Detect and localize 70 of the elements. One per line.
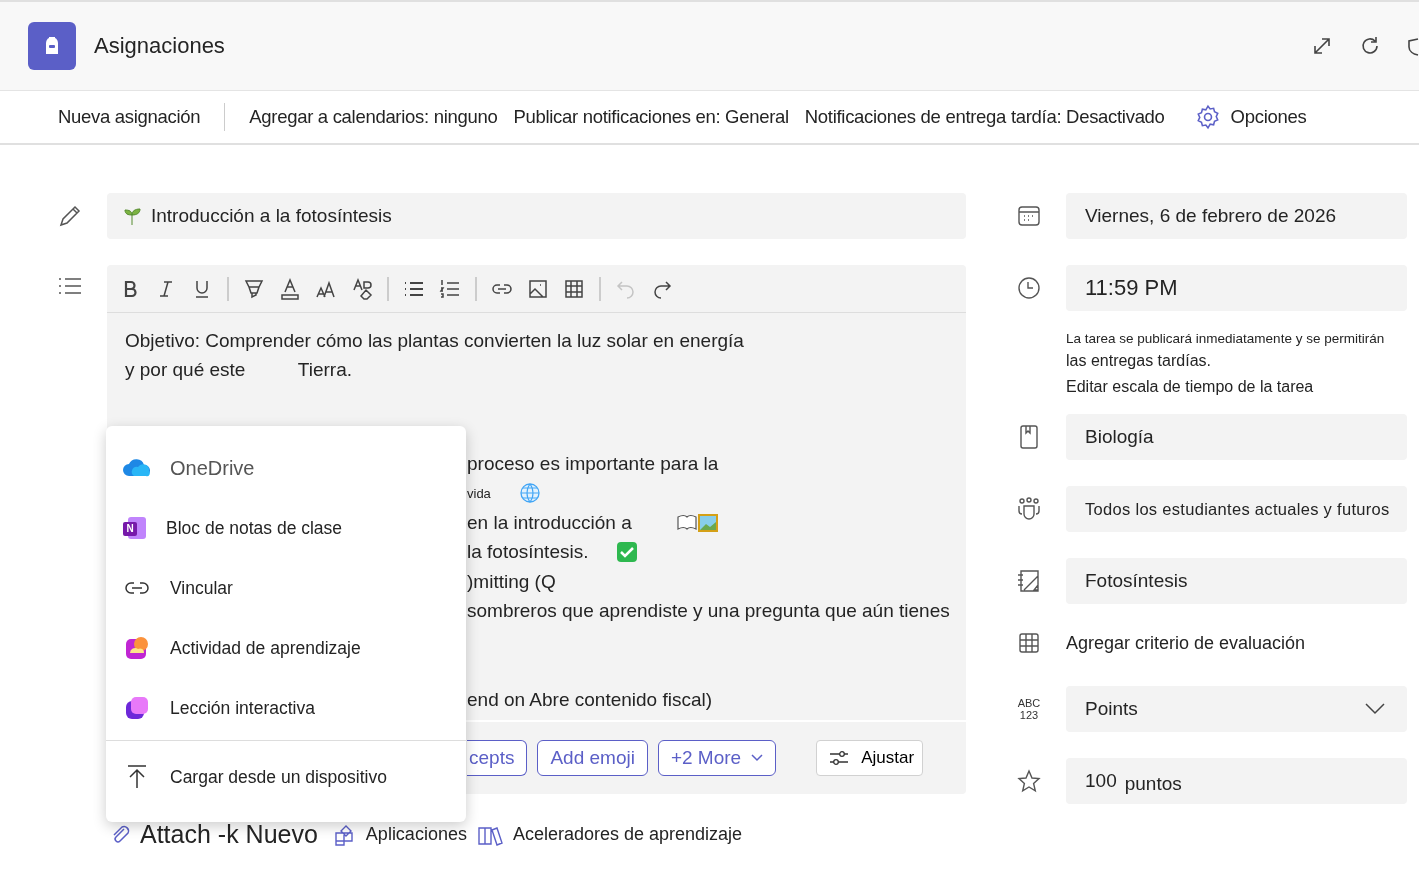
clock-icon xyxy=(1016,275,1042,301)
edit-timeline-link[interactable]: Editar escala de tiempo de la tarea xyxy=(1066,378,1385,396)
expand-icon[interactable] xyxy=(1311,35,1333,57)
link-icon xyxy=(122,580,152,596)
sliders-icon xyxy=(829,750,850,766)
chevron-down-icon xyxy=(1365,703,1385,715)
apps-icon xyxy=(333,823,356,846)
star-icon xyxy=(1016,768,1042,794)
grid-icon xyxy=(1016,630,1042,656)
list-icon xyxy=(57,275,83,297)
instruction-text: )mitting (Q xyxy=(467,570,556,593)
numbers-icon[interactable] xyxy=(439,277,461,300)
apps-button[interactable]: Aplicaciones xyxy=(363,824,469,845)
suggestion-chip[interactable]: cepts xyxy=(467,740,528,776)
suggestion-chip[interactable]: Add emoji xyxy=(537,740,648,776)
title-input-field[interactable]: Introducción a la fotosíntesis xyxy=(107,193,966,239)
suggestion-chip[interactable]: +2 More xyxy=(657,740,777,776)
shield-icon[interactable] xyxy=(1407,35,1419,57)
schedule-note: La tarea se publicará inmediatamente y se permitirán xyxy=(1066,331,1385,346)
check-icon xyxy=(616,541,639,564)
instruction-text: la fotosíntesis. xyxy=(467,541,589,564)
menu-item[interactable]: OneDrive xyxy=(106,438,466,498)
category-field[interactable]: Fotosíntesis xyxy=(1066,558,1407,604)
grading-dropdown[interactable]: Points xyxy=(1066,686,1407,732)
cloud-icon xyxy=(122,458,152,478)
options-button[interactable]: Opciones xyxy=(1222,106,1315,128)
instruction-text: end on Abre contenido fiscal) xyxy=(467,688,713,711)
globe-icon xyxy=(518,482,541,505)
instruction-text: proceso es importante para la xyxy=(467,452,719,475)
add-rubric-button[interactable]: Agregar criterio de evaluación xyxy=(1066,632,1306,654)
adjust-button[interactable]: Ajustar xyxy=(816,740,924,776)
chevron-down-icon xyxy=(751,754,764,762)
book-field[interactable]: Biología xyxy=(1066,414,1407,460)
clear-icon[interactable] xyxy=(351,277,373,300)
calendar-icon xyxy=(1016,203,1042,229)
image-icon[interactable] xyxy=(527,277,549,300)
command-button[interactable]: Notificaciones de entrega tardía: Desactivado xyxy=(796,106,1173,128)
learning-accelerators-button[interactable]: Aceleradores de aprendizaje xyxy=(510,824,745,845)
star-field[interactable]: 100 puntos xyxy=(1066,758,1407,804)
app-title: Asignaciones xyxy=(94,33,225,59)
fontcolor-icon[interactable] xyxy=(279,277,301,300)
refresh-icon[interactable] xyxy=(1359,35,1381,57)
command-button[interactable]: Nueva asignación xyxy=(50,106,225,128)
category-icon xyxy=(1016,568,1042,594)
highlight-icon[interactable] xyxy=(243,277,265,300)
book-and-picture-icon xyxy=(675,511,720,534)
clock-field[interactable]: 11:59 PM xyxy=(1066,265,1407,311)
menu-item[interactable]: Actividad de aprendizaje xyxy=(106,618,466,678)
settings-icon[interactable] xyxy=(1194,104,1221,130)
people-field[interactable]: Todos los estudiantes actuales y futuros xyxy=(1066,486,1407,532)
instruction-text: sombreros que aprendiste y una pregunta que aún tienes xyxy=(467,600,950,623)
attach-button[interactable]: Attach -k Nuevo xyxy=(140,820,318,849)
sprout-icon xyxy=(123,206,143,226)
instruction-text: vida xyxy=(467,485,491,501)
backpack-logo-icon xyxy=(28,22,76,70)
instruction-text: en la introducción a xyxy=(467,511,632,534)
menu-item[interactable]: Lección interactiva xyxy=(106,678,466,738)
command-button[interactable]: Publicar notificaciones en: General xyxy=(505,106,797,128)
people-icon xyxy=(1016,496,1042,522)
instruction-text: y por qué este Tierra. xyxy=(125,358,354,381)
menu-item[interactable]: Cargar desde un dispositivo xyxy=(106,747,466,807)
table-icon[interactable] xyxy=(563,277,585,300)
abc-123-icon: ABC 123 xyxy=(1016,696,1042,722)
menu-item[interactable]: Vincular xyxy=(106,558,466,618)
schedule-note: las entregas tardías. xyxy=(1066,352,1212,370)
menu-item[interactable]: N Bloc de notas de clase xyxy=(106,498,466,558)
instruction-text: Objetivo: Comprender cómo las plantas convierten la luz solar en energía xyxy=(125,329,745,352)
pencil-icon xyxy=(57,203,83,229)
calendar-field[interactable]: Viernes, 6 de febrero de 2026 xyxy=(1066,193,1407,239)
command-button[interactable]: Agregar a calendarios: ninguno xyxy=(241,106,506,128)
